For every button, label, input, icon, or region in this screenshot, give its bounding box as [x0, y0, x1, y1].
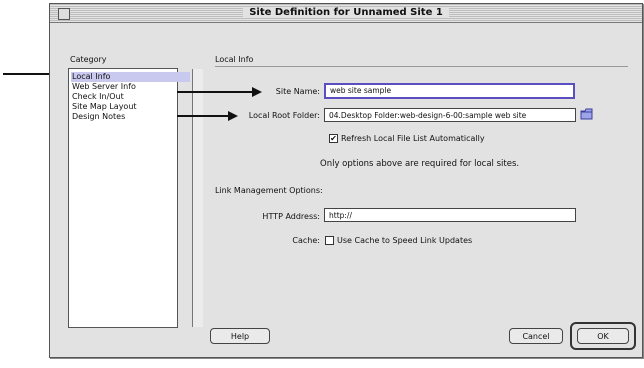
local-root-folder-label: Local Root Folder: — [248, 111, 320, 120]
category-item-local-info[interactable]: Local Info — [71, 72, 190, 82]
category-item-check-in-out[interactable]: Check In/Out — [71, 92, 190, 102]
link-management-heading: Link Management Options: — [215, 186, 323, 195]
category-item-site-map-layout[interactable]: Site Map Layout — [71, 102, 190, 112]
site-definition-dialog: Site Definition for Unnamed Site 1 Categ… — [49, 3, 643, 358]
ok-button[interactable]: OK — [577, 328, 629, 344]
section-heading: Local Info — [215, 55, 254, 64]
refresh-checkbox[interactable]: ✔ — [329, 134, 338, 143]
local-sites-note: Only options above are required for loca… — [320, 159, 520, 169]
category-scrollbar[interactable] — [192, 69, 203, 327]
cancel-button[interactable]: Cancel — [509, 328, 563, 344]
local-root-folder-field[interactable]: 04.Desktop Folder:web-design-6-00:sample… — [324, 108, 576, 122]
category-list[interactable]: Local Info Web Server Info Check In/Out … — [68, 68, 203, 328]
http-address-field[interactable]: http:// — [324, 208, 576, 222]
refresh-checkbox-label: Refresh Local File List Automatically — [341, 134, 485, 143]
section-divider — [215, 66, 628, 67]
annotation-arrow-site-name — [177, 91, 253, 93]
folder-icon[interactable] — [580, 107, 594, 121]
dialog-title: Site Definition for Unnamed Site 1 — [50, 5, 642, 20]
category-heading: Category — [70, 55, 107, 64]
cache-checkbox-label: Use Cache to Speed Link Updates — [337, 236, 473, 245]
http-address-label: HTTP Address: — [262, 212, 320, 221]
category-item-web-server-info[interactable]: Web Server Info — [71, 82, 190, 92]
cache-checkbox[interactable] — [325, 236, 334, 245]
annotation-arrow-local-root — [177, 115, 229, 117]
title-bar[interactable]: Site Definition for Unnamed Site 1 — [50, 4, 642, 23]
help-button[interactable]: Help — [210, 328, 270, 344]
site-name-field[interactable]: web site sample — [324, 83, 575, 99]
site-name-label: Site Name: — [275, 87, 320, 96]
cache-label: Cache: — [292, 236, 320, 245]
annotation-arrow-category — [3, 73, 51, 75]
category-item-design-notes[interactable]: Design Notes — [71, 112, 190, 122]
